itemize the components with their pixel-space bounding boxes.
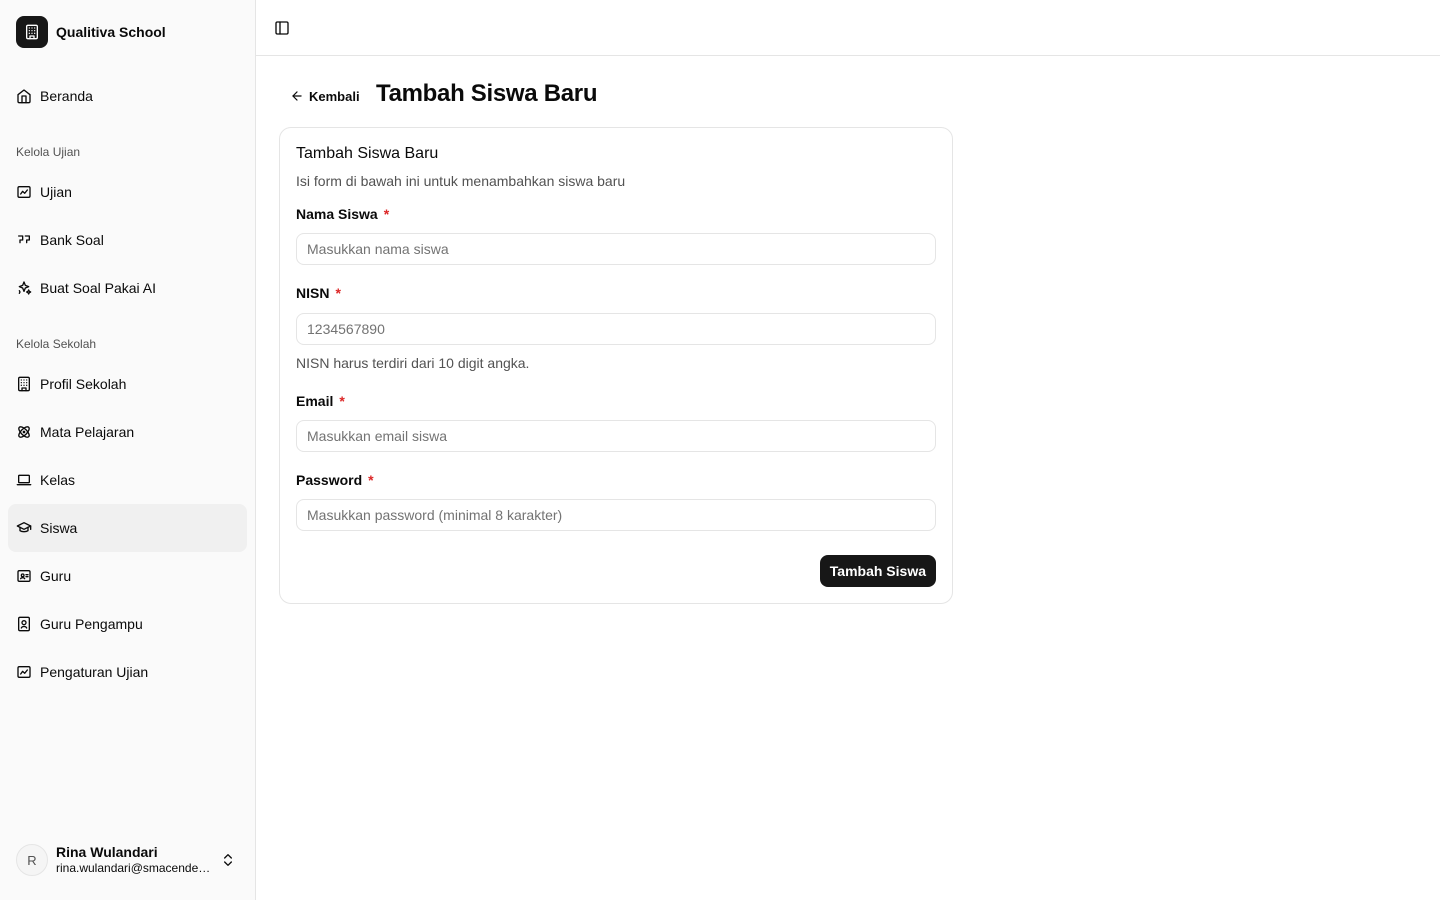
- quote-icon: [16, 232, 32, 248]
- sidebar-item-label: Kelas: [40, 472, 76, 488]
- sidebar-toggle-button[interactable]: [270, 16, 294, 40]
- sidebar-item-guru-pengampu[interactable]: Guru Pengampu: [8, 600, 247, 648]
- id-card-icon: [16, 568, 32, 584]
- school-switcher[interactable]: Qualitiva School: [8, 8, 248, 56]
- sidebar-item-guru[interactable]: Guru: [8, 552, 247, 600]
- user-menu[interactable]: R Rina Wulandari rina.wulandari@smacende…: [8, 836, 248, 884]
- sidebar-item-bank-soal[interactable]: Bank Soal: [8, 216, 247, 264]
- top-bar: [256, 0, 1440, 56]
- sidebar-item-mata-pelajaran[interactable]: Mata Pelajaran: [8, 408, 247, 456]
- sidebar-item-label: Profil Sekolah: [40, 376, 127, 392]
- email-input[interactable]: [296, 420, 936, 452]
- sidebar-item-buat-soal-ai[interactable]: Buat Soal Pakai AI: [8, 264, 247, 312]
- required-mark: *: [383, 206, 390, 222]
- field-label-text: Nama Siswa: [296, 206, 378, 222]
- sidebar-item-profil-sekolah[interactable]: Profil Sekolah: [8, 360, 247, 408]
- sidebar-item-label: Buat Soal Pakai AI: [40, 280, 156, 296]
- sidebar-item-label: Pengaturan Ujian: [40, 664, 149, 680]
- required-mark: *: [335, 285, 341, 301]
- sidebar-item-siswa[interactable]: Siswa: [8, 504, 247, 552]
- user-email: rina.wulandari@smacendekia.sch.id: [56, 861, 216, 876]
- user-info: Rina Wulandari rina.wulandari@smacendeki…: [56, 844, 216, 877]
- student-name-input[interactable]: [296, 233, 936, 265]
- field-label-text: NISN: [296, 285, 330, 301]
- chevrons-up-down-icon: [220, 852, 236, 868]
- contact-badge-icon: [16, 616, 32, 632]
- atom-icon: [16, 424, 32, 440]
- school-name: Qualitiva School: [56, 24, 166, 40]
- add-student-form-card: Tambah Siswa Baru Isi form di bawah ini …: [279, 127, 953, 604]
- page-title: Tambah Siswa Baru: [376, 80, 598, 107]
- graduation-cap-icon: [16, 520, 32, 536]
- sidebar: Qualitiva School Beranda Kelola Ujian Uj…: [0, 0, 256, 900]
- home-icon: [16, 88, 32, 104]
- add-student-button[interactable]: Tambah Siswa: [819, 555, 936, 587]
- sidebar-item-label: Ujian: [40, 184, 72, 200]
- user-name: Rina Wulandari: [56, 843, 158, 860]
- card-description: Isi form di bawah ini untuk menambahkan …: [296, 173, 626, 189]
- back-label: Kembali: [309, 88, 360, 104]
- building-icon: [16, 376, 32, 392]
- email-label: Email *: [296, 393, 345, 409]
- sidebar-item-beranda[interactable]: Beranda: [8, 72, 247, 120]
- avatar: R: [16, 844, 48, 876]
- sidebar-item-label: Mata Pelajaran: [40, 424, 135, 440]
- sidebar-item-ujian[interactable]: Ujian: [8, 168, 247, 216]
- required-mark: *: [339, 393, 345, 409]
- nisn-label: NISN *: [296, 285, 341, 301]
- password-label: Password *: [296, 472, 374, 488]
- back-button[interactable]: Kembali: [284, 82, 366, 110]
- sidebar-item-label: Guru: [40, 568, 72, 584]
- laptop-icon: [16, 472, 32, 488]
- password-input[interactable]: [296, 499, 936, 531]
- building-icon: [16, 16, 48, 48]
- sidebar-item-pengaturan-ujian[interactable]: Pengaturan Ujian: [8, 648, 247, 696]
- field-label-text: Email: [296, 393, 334, 409]
- sidebar-item-label: Guru Pengampu: [40, 616, 143, 632]
- sidebar-item-label: Beranda: [40, 88, 93, 104]
- card-title: Tambah Siswa Baru: [296, 145, 439, 162]
- arrow-left-icon: [292, 91, 302, 101]
- sparkles-icon: [16, 280, 32, 296]
- panel-left-icon: [275, 21, 289, 35]
- group-label-kelola-sekolah: Kelola Sekolah: [16, 337, 97, 351]
- student-name-label: Nama Siswa *: [296, 206, 389, 222]
- required-mark: *: [368, 472, 374, 488]
- nisn-input[interactable]: [296, 313, 936, 345]
- image-chart-icon: [16, 664, 32, 680]
- nisn-hint: NISN harus terdiri dari 10 digit angka.: [296, 355, 530, 371]
- sidebar-item-label: Bank Soal: [40, 232, 104, 248]
- image-chart-icon: [16, 184, 32, 200]
- group-label-kelola-ujian: Kelola Ujian: [16, 145, 81, 159]
- sidebar-item-kelas[interactable]: Kelas: [8, 456, 247, 504]
- sidebar-item-label: Siswa: [40, 520, 78, 536]
- field-label-text: Password: [296, 472, 363, 488]
